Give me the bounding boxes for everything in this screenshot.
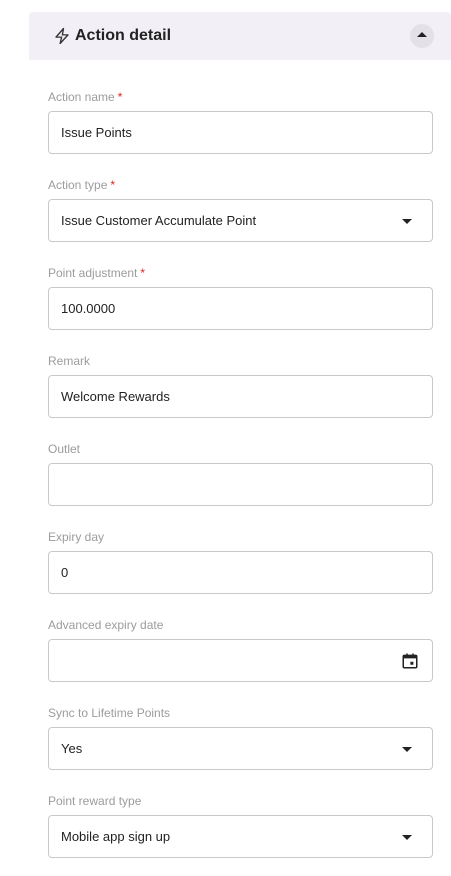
remark-field: Remark Welcome Rewards [48, 353, 433, 418]
dropdown-arrow-icon [402, 835, 412, 840]
outlet-field: Outlet [48, 441, 433, 506]
calendar-icon[interactable] [401, 652, 419, 670]
section-title: Action detail [75, 27, 172, 44]
collapse-button[interactable] [410, 24, 434, 48]
action-type-select[interactable]: Issue Customer Accumulate Point [48, 199, 433, 242]
action-type-field: Action type * Issue Customer Accumulate P… [48, 177, 433, 242]
point-adjustment-field: Point adjustment * 100.0000 [48, 265, 433, 330]
action-type-value: Issue Customer Accumulate Point [61, 213, 257, 228]
sync-lifetime-label: Sync to Lifetime Points [48, 706, 171, 720]
action-detail-panel: Action detail Action name * Issue Points … [0, 0, 451, 876]
action-type-label: Action type * [48, 178, 116, 192]
point-reward-type-label: Point reward type [48, 794, 142, 808]
lightning-bolt-icon [55, 27, 69, 45]
required-marker: * [140, 266, 146, 280]
action-name-field: Action name * Issue Points [48, 89, 433, 154]
sync-lifetime-field: Sync to Lifetime Points Yes [48, 705, 433, 770]
outlet-input[interactable] [48, 463, 433, 506]
advanced-expiry-date-input[interactable] [48, 639, 433, 682]
advanced-expiry-date-field: Advanced expiry date [48, 617, 433, 682]
dropdown-arrow-icon [402, 219, 412, 224]
point-reward-type-select[interactable]: Mobile app sign up [48, 815, 433, 858]
point-reward-type-value: Mobile app sign up [61, 829, 171, 844]
action-name-input[interactable]: Issue Points [48, 111, 433, 154]
expiry-day-label: Expiry day [48, 530, 105, 544]
point-reward-type-field: Point reward type Mobile app sign up [48, 793, 433, 858]
required-marker: * [117, 90, 123, 104]
action-name-label: Action name * [48, 90, 123, 104]
expiry-day-field: Expiry day 0 [48, 529, 433, 594]
point-adjustment-label: Point adjustment * [48, 266, 146, 280]
remark-input[interactable]: Welcome Rewards [48, 375, 433, 418]
expiry-day-input[interactable]: 0 [48, 551, 433, 594]
remark-label: Remark [48, 354, 91, 368]
sync-lifetime-select[interactable]: Yes [48, 727, 433, 770]
outlet-label: Outlet [48, 442, 81, 456]
sync-lifetime-value: Yes [61, 741, 83, 756]
advanced-expiry-date-label: Advanced expiry date [48, 618, 164, 632]
action-detail-header[interactable]: Action detail [29, 12, 451, 60]
required-marker: * [110, 178, 116, 192]
dropdown-arrow-icon [402, 747, 412, 752]
point-adjustment-input[interactable]: 100.0000 [48, 287, 433, 330]
